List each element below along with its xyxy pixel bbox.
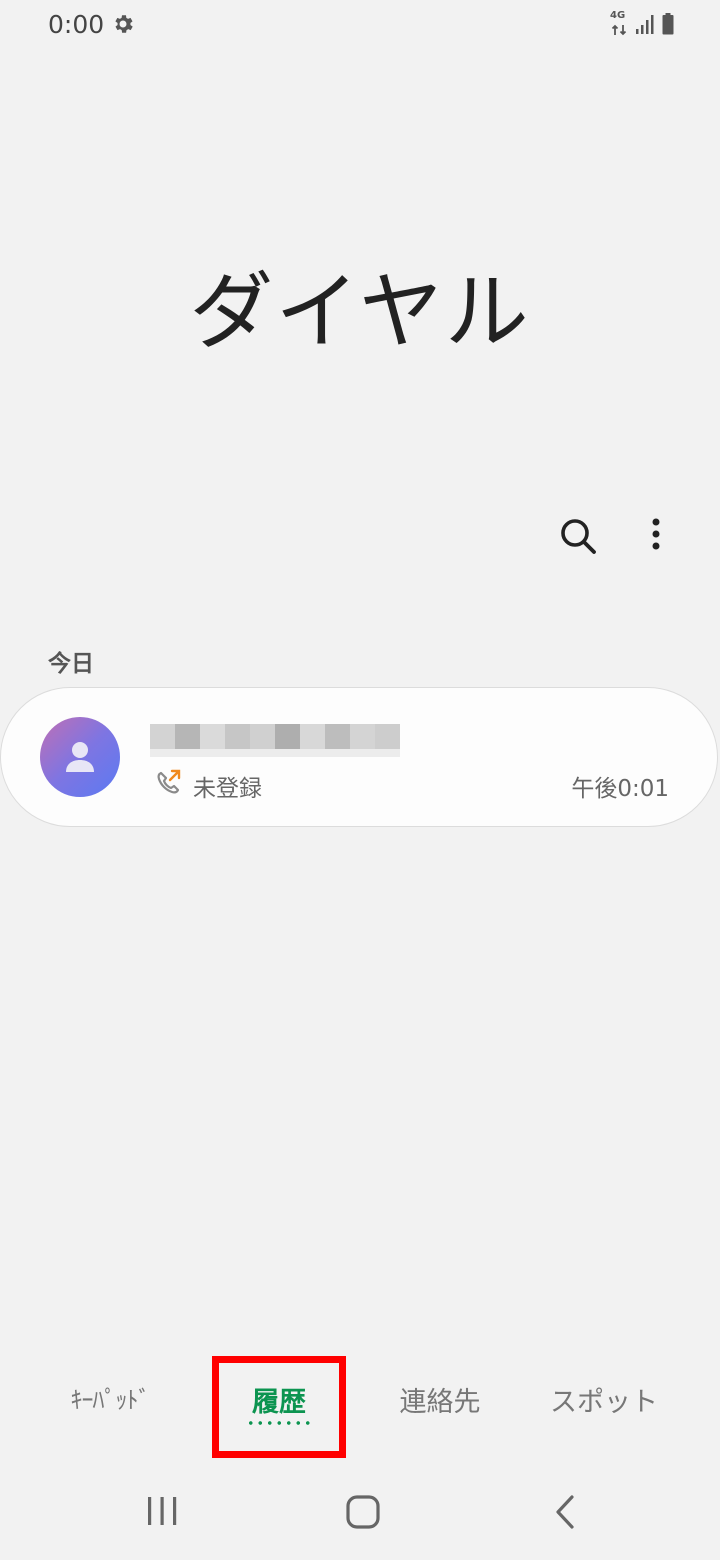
battery-icon [662, 13, 674, 35]
navigation-bar [0, 1462, 720, 1560]
section-header-today: 今日 [48, 651, 94, 677]
app-title: ダイヤル [189, 263, 531, 361]
network-label: 4G [610, 10, 626, 21]
tab-contacts[interactable]: 連絡先 [390, 1380, 490, 1419]
more-options-icon[interactable] [634, 514, 678, 558]
avatar[interactable] [40, 717, 120, 797]
outgoing-call-icon [157, 769, 181, 794]
person-icon [66, 742, 94, 772]
status-bar: 0:00 4G [0, 0, 720, 50]
gear-icon [115, 15, 133, 33]
call-log-item[interactable]: 未登録 午後0:01 [0, 687, 718, 827]
status-right-icons: 4G [610, 10, 674, 36]
back-icon[interactable] [550, 1494, 580, 1530]
status-time: 0:00 [48, 10, 105, 39]
call-time: 午後0:01 [571, 776, 669, 802]
bottom-tab-bar: ｷｰﾊﾟｯﾄﾞ 履歴 連絡先 スポット [0, 1356, 720, 1458]
tab-spot[interactable]: スポット [542, 1380, 666, 1419]
search-icon[interactable] [556, 514, 600, 558]
call-label: 未登録 [193, 776, 262, 802]
tab-keypad[interactable]: ｷｰﾊﾟｯﾄﾞ [60, 1380, 160, 1415]
home-icon[interactable] [343, 1492, 383, 1532]
contact-name-redacted-shadow [150, 749, 400, 757]
highlight-box [212, 1356, 346, 1458]
contact-name-redacted [150, 724, 400, 749]
signal-icon [636, 15, 654, 34]
network-4g-icon: 4G [610, 10, 628, 36]
recent-apps-icon[interactable] [144, 1494, 180, 1528]
